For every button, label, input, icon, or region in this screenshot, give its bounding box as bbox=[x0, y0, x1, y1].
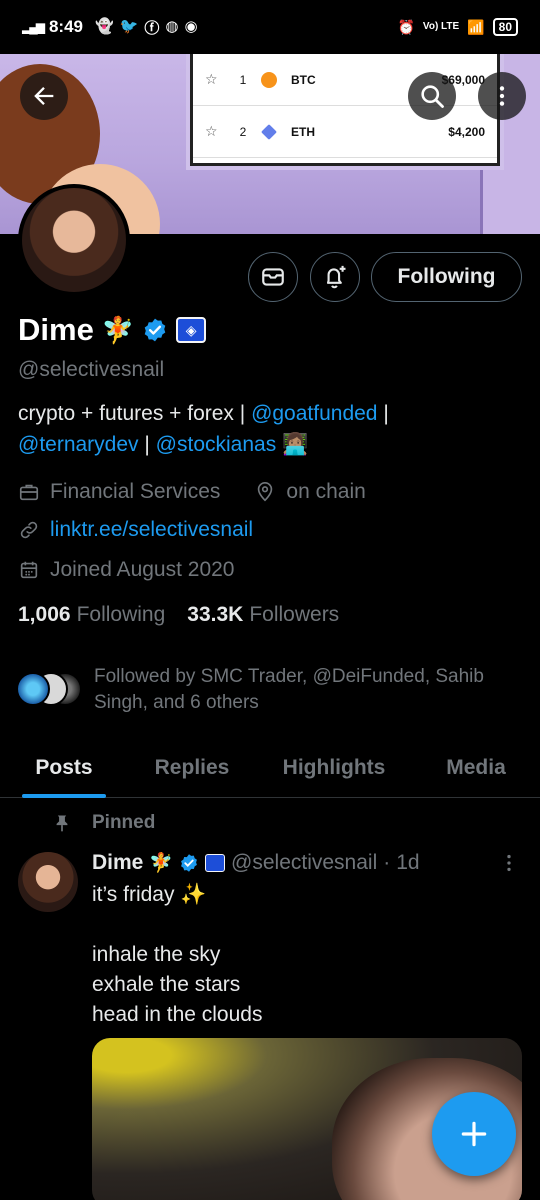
followed-by-avatars bbox=[16, 672, 82, 712]
more-vertical-icon bbox=[507, 854, 511, 872]
compose-post-button[interactable] bbox=[432, 1092, 516, 1176]
post-more-button[interactable] bbox=[498, 852, 520, 879]
crypto-rank: 1 bbox=[239, 72, 247, 87]
verified-icon bbox=[181, 854, 197, 872]
fairy-emoji: 🧚 bbox=[101, 314, 135, 345]
post-author-handle: @selectivesnail bbox=[231, 851, 378, 874]
back-arrow-icon bbox=[34, 87, 54, 105]
bitcoin-icon bbox=[261, 71, 277, 88]
mention-link[interactable]: @ternarydev bbox=[18, 433, 139, 456]
post-author-name[interactable]: Dime bbox=[92, 851, 143, 875]
crypto-row: ☆ 2 ETH $4,200 bbox=[193, 106, 497, 158]
network-label: Vo) LTE bbox=[422, 21, 460, 32]
more-options-button[interactable] bbox=[478, 72, 526, 120]
star-icon: ☆ bbox=[205, 123, 218, 139]
calendar-icon bbox=[20, 561, 38, 579]
ethereum-icon bbox=[261, 123, 277, 140]
battery-indicator: 80 bbox=[492, 18, 518, 36]
follow-stats: 1,006 Following 33.3K Followers bbox=[18, 603, 339, 627]
affiliate-badge-icon[interactable]: ◈ bbox=[176, 317, 207, 343]
avatar bbox=[16, 672, 50, 706]
fairy-emoji: 🧚 bbox=[149, 853, 174, 874]
tab-replies[interactable]: Replies bbox=[128, 738, 256, 798]
profile-avatar[interactable] bbox=[18, 184, 130, 296]
followed-by[interactable]: Followed by SMC Trader, @DeiFunded, Sahi… bbox=[16, 664, 524, 716]
alarm-icon: ⏰ bbox=[397, 18, 415, 35]
mention-link[interactable]: @stockianas bbox=[156, 433, 277, 456]
crypto-rank: 2 bbox=[239, 124, 247, 139]
post-author-avatar[interactable] bbox=[18, 852, 78, 912]
post-text: it’s friday ✨ inhale the sky exhale the … bbox=[92, 883, 263, 1026]
notifications-button[interactable] bbox=[310, 252, 360, 302]
post-header: Dime 🧚 @selectivesnail · 1d bbox=[92, 851, 420, 875]
following-stat[interactable]: 1,006 Following bbox=[18, 603, 165, 627]
website-link[interactable]: linktr.ee/selectivesnail bbox=[50, 518, 253, 542]
tab-posts[interactable]: Posts bbox=[0, 738, 128, 798]
following-label: Following bbox=[76, 603, 166, 626]
tab-label: Posts bbox=[35, 756, 93, 779]
active-tab-indicator bbox=[22, 794, 106, 798]
plus-icon bbox=[461, 1121, 487, 1147]
profile-meta-joined: Joined August 2020 bbox=[18, 558, 235, 582]
mail-icon bbox=[262, 268, 284, 286]
post-time: 1d bbox=[396, 851, 420, 874]
app-icon-2: ◉ bbox=[184, 17, 198, 35]
profile-bio: crypto + futures + forex | @goatfunded |… bbox=[18, 398, 518, 460]
crypto-symbol: ETH bbox=[291, 124, 315, 139]
bio-separator: | bbox=[377, 402, 389, 425]
category-text: Financial Services bbox=[50, 480, 221, 503]
name-row: Dime 🧚 ◈ bbox=[18, 312, 207, 348]
following-count: 1,006 bbox=[18, 603, 71, 626]
briefcase-icon bbox=[19, 484, 39, 501]
followers-label: Followers bbox=[249, 603, 340, 626]
bell-plus-icon bbox=[326, 265, 346, 289]
tab-media[interactable]: Media bbox=[412, 738, 540, 798]
twitter-icon: 🐦 bbox=[119, 17, 139, 35]
signal-icon: ▂▄▆ bbox=[22, 20, 45, 34]
affiliate-badge-icon bbox=[205, 854, 226, 872]
banner-crypto-screen: ☆ 1 BTC $69,000 ☆ 2 ETH $4,200 bbox=[190, 54, 500, 166]
search-button[interactable] bbox=[408, 72, 456, 120]
followers-stat[interactable]: 33.3K Followers bbox=[187, 603, 339, 627]
more-vertical-icon bbox=[499, 86, 505, 106]
back-button[interactable] bbox=[20, 72, 68, 120]
status-bar: ▂▄▆ 8:49 👻 🐦 ⓕ ◍ ◉ ⏰ Vo) LTE 📶 80 bbox=[0, 0, 540, 54]
display-name: Dime bbox=[18, 312, 94, 347]
bio-text: crypto + futures + forex | bbox=[18, 402, 252, 425]
following-button[interactable]: Following bbox=[371, 252, 522, 302]
profile-handle: @selectivesnail bbox=[18, 358, 165, 381]
tab-label: Media bbox=[446, 756, 506, 779]
crypto-price: $4,200 bbox=[448, 124, 485, 139]
bio-separator: | bbox=[138, 433, 156, 456]
app-icon: ◍ bbox=[165, 17, 179, 35]
snapchat-icon: 👻 bbox=[95, 17, 114, 35]
followers-count: 33.3K bbox=[187, 603, 244, 626]
message-button[interactable] bbox=[248, 252, 298, 302]
verified-icon[interactable] bbox=[142, 317, 168, 343]
mention-link[interactable]: @goatfunded bbox=[251, 402, 377, 425]
followed-by-text: Followed by SMC Trader, @DeiFunded, Sahi… bbox=[94, 666, 484, 713]
link-icon bbox=[20, 521, 38, 539]
pin-icon bbox=[56, 815, 68, 832]
search-icon bbox=[421, 85, 444, 108]
location-pin-icon bbox=[258, 482, 273, 502]
status-time: 8:49 bbox=[48, 17, 83, 36]
pinned-indicator: Pinned bbox=[52, 812, 155, 834]
tab-label: Highlights bbox=[282, 756, 386, 779]
joined-text: Joined August 2020 bbox=[50, 558, 235, 581]
bio-emoji: 👩🏽‍💻 bbox=[276, 433, 309, 456]
post-separator: · bbox=[383, 851, 391, 874]
profile-tabs: Posts Replies Highlights Media bbox=[0, 738, 540, 798]
star-icon: ☆ bbox=[205, 71, 218, 87]
profile-meta-website: linktr.ee/selectivesnail bbox=[18, 518, 253, 542]
location-text: on chain bbox=[286, 480, 366, 503]
tab-highlights[interactable]: Highlights bbox=[256, 738, 412, 798]
profile-meta-category: Financial Services on chain bbox=[18, 480, 366, 504]
wifi-icon: 📶 bbox=[467, 18, 485, 35]
tab-label: Replies bbox=[154, 756, 230, 779]
pinned-label: Pinned bbox=[92, 812, 156, 833]
facebook-icon: ⓕ bbox=[144, 19, 160, 37]
